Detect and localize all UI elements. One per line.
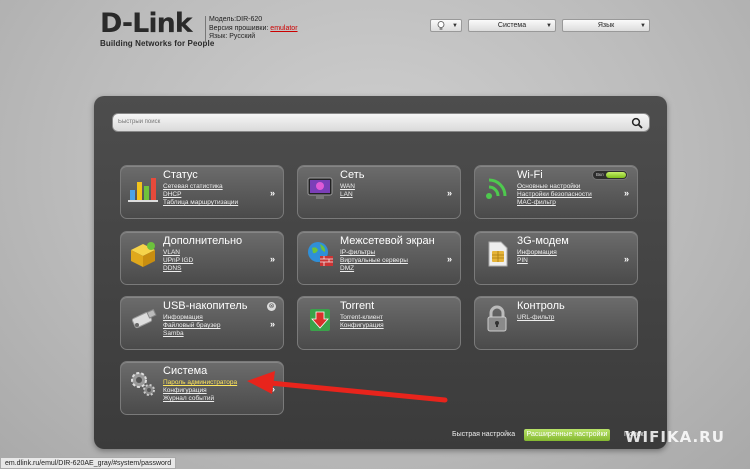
tile-title: Система	[163, 365, 208, 377]
quick-search-input[interactable]	[118, 116, 618, 128]
language-dropdown[interactable]: Язык ▼	[562, 19, 650, 32]
wifi-toggle[interactable]: Вкл	[592, 170, 628, 180]
usb-drive-icon	[131, 308, 157, 329]
lightbulb-icon	[437, 20, 445, 30]
link-virtual-servers[interactable]: Виртуальные серверы	[340, 257, 408, 265]
usb-settings-icon[interactable]: ⊗	[267, 302, 276, 311]
tile-title: Wi-Fi	[517, 169, 543, 181]
link-dmz[interactable]: DMZ	[340, 265, 408, 273]
language-label: Язык	[597, 22, 615, 29]
tile-control[interactable]: Контроль URL-фильтр	[474, 296, 638, 350]
double-chevron-right-icon[interactable]: »	[447, 188, 452, 198]
double-chevron-right-icon[interactable]: »	[447, 254, 452, 264]
tile-3g-modem[interactable]: 3G-модем Информация PIN »	[474, 231, 638, 285]
tile-torrent[interactable]: Torrent Torrent-клиент Конфигурация	[297, 296, 461, 350]
link-lan[interactable]: LAN	[340, 191, 355, 199]
link-samba[interactable]: Samba	[163, 330, 221, 338]
tile-title: Межсетевой экран	[340, 235, 435, 247]
network-monitor-icon	[307, 177, 333, 199]
top-controls: ▼ Система ▼ Язык ▼	[430, 19, 650, 32]
link-dhcp[interactable]: DHCP	[163, 191, 238, 199]
link-network-stats[interactable]: Сетевая статистика	[163, 183, 238, 191]
toggle-label: Вкл	[596, 172, 604, 177]
link-system-config[interactable]: Конфигурация	[163, 387, 237, 395]
advanced-box-icon	[131, 242, 155, 267]
link-mac-filter[interactable]: MAC-фильтр	[517, 199, 592, 207]
link-admin-password[interactable]: Пароль администратора	[163, 379, 237, 387]
link-vlan[interactable]: VLAN	[163, 249, 193, 257]
firmware-label: Версия прошивки:	[209, 24, 271, 32]
chevron-down-icon: ▼	[546, 23, 552, 29]
double-chevron-right-icon[interactable]: »	[270, 384, 275, 394]
link-3g-info[interactable]: Информация	[517, 249, 557, 257]
double-chevron-right-icon[interactable]: »	[270, 319, 275, 329]
link-routing-table[interactable]: Таблица маршрутизации	[163, 199, 238, 207]
tile-title: Сеть	[340, 169, 365, 181]
hints-dropdown[interactable]: ▼	[430, 19, 462, 32]
tile-title: Контроль	[517, 300, 565, 312]
tile-title: 3G-модем	[517, 235, 569, 247]
chevron-down-icon: ▼	[452, 23, 458, 29]
dlink-logo: D-Link Building Networks for People	[100, 8, 215, 49]
padlock-icon	[487, 305, 507, 332]
tile-usb-storage[interactable]: USB-накопитель ⊗ Информация Файловый бра…	[120, 296, 284, 350]
logo-tagline: Building Networks for People	[100, 39, 215, 48]
language-line: Язык: Русский	[209, 33, 256, 40]
tile-advanced[interactable]: Дополнительно VLAN UPnP IGD DDNS »	[120, 231, 284, 285]
status-bar-url: em.dlink.ru/emul/DIR-620AE_gray/#system/…	[0, 457, 177, 469]
chevron-down-icon: ▼	[640, 23, 646, 29]
search-icon[interactable]	[631, 117, 643, 129]
link-usb-info[interactable]: Информация	[163, 314, 221, 322]
tile-title: Статус	[163, 169, 198, 181]
logo-text: D-Link	[100, 8, 193, 39]
tile-wifi[interactable]: Wi-Fi Вкл Основные настройки Настройки б…	[474, 165, 638, 219]
system-gears-icon	[131, 372, 155, 396]
double-chevron-right-icon[interactable]: »	[624, 188, 629, 198]
model-line: Модель:DIR-620	[209, 16, 263, 23]
tile-system[interactable]: Система Пароль администратора Конфигурац…	[120, 361, 284, 415]
wifi-icon	[486, 178, 507, 199]
link-wifi-security[interactable]: Настройки безопасности	[517, 191, 592, 199]
quick-setup-link[interactable]: Быстрая настройка	[452, 431, 515, 438]
double-chevron-right-icon[interactable]: »	[270, 188, 275, 198]
main-panel: Статус Сетевая статистика DHCP Таблица м…	[94, 96, 667, 449]
toggle-knob	[606, 172, 626, 178]
firewall-globe-icon	[308, 242, 333, 266]
link-url-filter[interactable]: URL-фильтр	[517, 314, 554, 322]
link-torrent-client[interactable]: Torrent-клиент	[340, 314, 384, 322]
firmware-line: Версия прошивки: emulator	[209, 25, 298, 34]
double-chevron-right-icon[interactable]: »	[624, 254, 629, 264]
torrent-download-icon	[310, 309, 330, 331]
tile-title: Дополнительно	[163, 235, 243, 247]
sim-card-icon	[488, 241, 508, 267]
link-ip-filters[interactable]: IP-фильтры	[340, 249, 408, 257]
system-menu-label: Система	[497, 22, 527, 29]
link-wifi-basic[interactable]: Основные настройки	[517, 183, 592, 191]
system-menu-dropdown[interactable]: Система ▼	[468, 19, 556, 32]
link-wan[interactable]: WAN	[340, 183, 355, 191]
tile-status[interactable]: Статус Сетевая статистика DHCP Таблица м…	[120, 165, 284, 219]
tile-network[interactable]: Сеть WAN LAN »	[297, 165, 461, 219]
tile-firewall[interactable]: Межсетевой экран IP-фильтры Виртуальные …	[297, 231, 461, 285]
link-pin[interactable]: PIN	[517, 257, 557, 265]
watermark: WIFIKA.RU	[625, 428, 725, 446]
advanced-settings-button[interactable]: Расширенные настройки	[524, 429, 610, 441]
link-event-log[interactable]: Журнал событий	[163, 395, 237, 403]
firmware-value: emulator	[270, 24, 298, 32]
link-torrent-config[interactable]: Конфигурация	[340, 322, 384, 330]
link-upnp[interactable]: UPnP IGD	[163, 257, 193, 265]
model-info: Модель:DIR-620 Версия прошивки: emulator…	[205, 16, 298, 42]
quick-search-box	[112, 113, 650, 132]
tile-title: Torrent	[340, 300, 375, 312]
tile-title: USB-накопитель	[163, 300, 248, 312]
double-chevron-right-icon[interactable]: »	[270, 254, 275, 264]
link-file-browser[interactable]: Файловый браузер	[163, 322, 221, 330]
link-ddns[interactable]: DDNS	[163, 265, 193, 273]
status-chart-icon	[128, 178, 158, 202]
